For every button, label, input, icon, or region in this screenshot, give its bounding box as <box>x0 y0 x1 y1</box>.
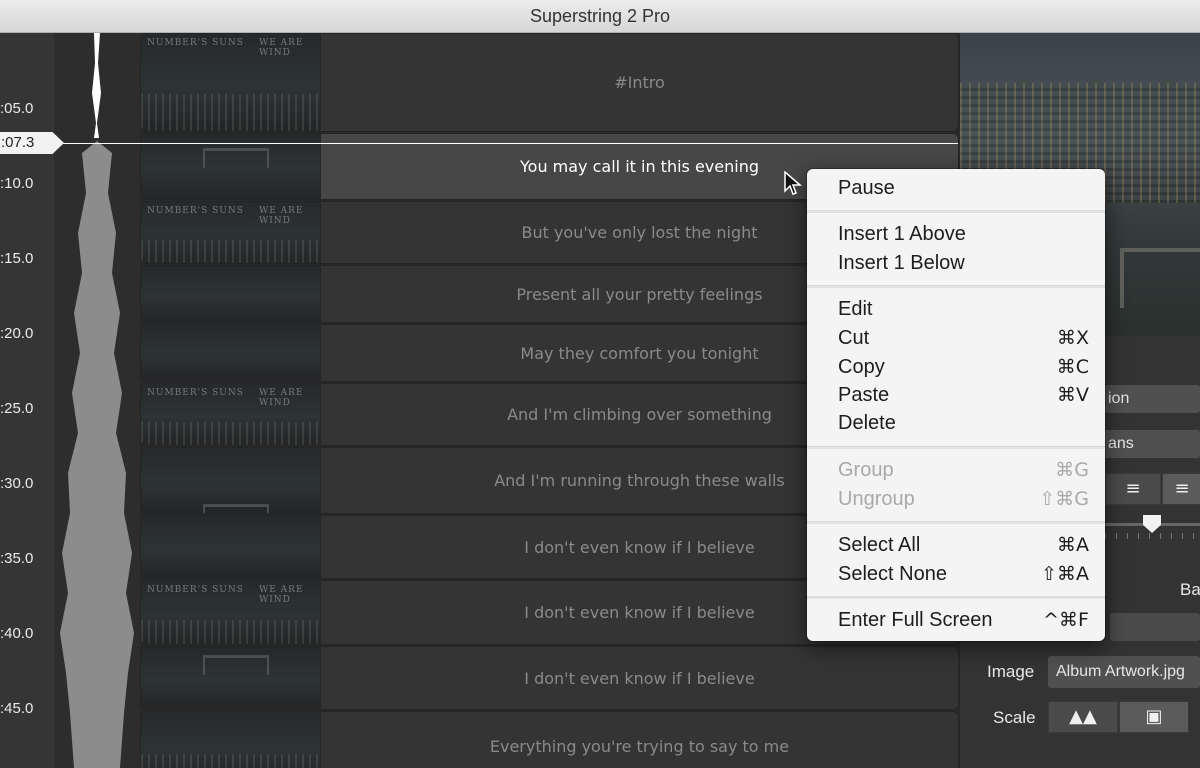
style-field[interactable]: ion <box>1100 385 1200 413</box>
thumbnail-text: NUMBER'S SUNS <box>147 206 244 216</box>
align-center-button[interactable]: ≡ <box>1105 473 1161 505</box>
menu-shortcut: ⌘V <box>1057 384 1089 406</box>
menu-shortcut: ^⌘F <box>1043 609 1089 631</box>
menu-separator <box>807 285 1105 288</box>
playhead-line[interactable] <box>54 143 958 144</box>
row-thumbnail <box>141 712 321 768</box>
slider-knob[interactable] <box>1143 515 1161 533</box>
thumbnail-text: WE ARE WIND <box>259 206 304 226</box>
menu-item-delete[interactable]: Delete <box>838 409 1089 437</box>
mouse-pointer-icon <box>784 171 802 195</box>
hidden-field[interactable] <box>1110 613 1200 641</box>
menu-item-select-all[interactable]: Select All ⌘A <box>838 531 1089 559</box>
menu-item-group: Group ⌘G <box>838 456 1089 484</box>
menu-item-label: Delete <box>838 412 896 434</box>
scale-fill-button[interactable]: ▲▲ <box>1048 701 1118 733</box>
lyric-text: Everything you're trying to say to me <box>489 736 790 756</box>
scale-label: Scale <box>993 708 1036 727</box>
time-tick: :05.0 <box>0 100 34 117</box>
playhead-time[interactable]: :07.3 <box>0 132 64 154</box>
row-thumbnail <box>141 647 321 709</box>
image-select[interactable]: Album Artwork.jpg <box>1048 656 1200 688</box>
row-thumbnail <box>141 266 321 322</box>
row-thumbnail: NUMBER'S SUNS WE ARE WIND <box>141 384 321 445</box>
menu-separator <box>807 521 1105 524</box>
time-tick: :25.0 <box>0 400 34 417</box>
time-tick: :45.0 <box>0 700 34 717</box>
menu-shortcut: ⌘G <box>1055 459 1089 481</box>
menu-item-label: Copy <box>838 356 885 378</box>
scale-fill-icon: ▲▲ <box>1069 706 1097 727</box>
font-field[interactable]: ans <box>1100 430 1200 458</box>
menu-item-label: Enter Full Screen <box>838 609 993 631</box>
menu-item-label: Insert 1 Below <box>838 252 965 274</box>
row-thumbnail: NUMBER'S SUNS WE ARE WIND <box>141 202 321 263</box>
time-tick: :20.0 <box>0 325 34 342</box>
thumbnail-text: WE ARE WIND <box>259 388 304 408</box>
menu-item-insert-below[interactable]: Insert 1 Below <box>838 249 1089 277</box>
menu-item-label: Select None <box>838 563 947 585</box>
menu-item-label: Pause <box>838 177 895 199</box>
menu-shortcut: ⌘A <box>1057 534 1089 556</box>
lyric-row[interactable]: Everything you're trying to say to me <box>140 711 959 768</box>
thumbnail-text: NUMBER'S SUNS <box>147 388 244 398</box>
thumbnail-text: WE ARE WIND <box>259 585 304 605</box>
menu-item-label: Edit <box>838 298 873 320</box>
time-tick: :30.0 <box>0 475 34 492</box>
menu-item-label: Insert 1 Above <box>838 223 966 245</box>
menu-item-label: Cut <box>838 327 870 349</box>
menu-item-edit[interactable]: Edit <box>838 295 1089 323</box>
align-right-icon: ≡ <box>1174 478 1190 499</box>
align-right-button[interactable]: ≡ <box>1162 473 1200 505</box>
time-tick: :15.0 <box>0 250 34 267</box>
time-tick: :35.0 <box>0 550 34 567</box>
lyric-row[interactable]: I don't even know if I believe <box>140 646 959 710</box>
lyric-text: I don't even know if I believe <box>524 668 755 688</box>
row-thumbnail: NUMBER'S SUNS WE ARE WIND <box>141 581 321 644</box>
menu-item-select-none[interactable]: Select None ⇧⌘A <box>838 560 1089 588</box>
menu-item-full-screen[interactable]: Enter Full Screen ^⌘F <box>838 606 1089 634</box>
time-tick: :40.0 <box>0 625 34 642</box>
menu-item-cut[interactable]: Cut ⌘X <box>838 324 1089 352</box>
thumbnail-text: NUMBER'S SUNS <box>147 585 244 595</box>
menu-shortcut: ⌘X <box>1056 327 1089 349</box>
thumbnail-text: WE ARE WIND <box>259 38 304 58</box>
menu-item-label: Paste <box>838 384 890 406</box>
menu-separator <box>807 596 1105 599</box>
menu-item-copy[interactable]: Copy ⌘C <box>838 353 1089 381</box>
thumbnail-text: NUMBER'S SUNS <box>147 38 244 48</box>
slider-ticks <box>1105 533 1200 539</box>
menu-separator <box>807 446 1105 449</box>
ba-label: Ba <box>1180 580 1200 599</box>
image-label: Image <box>987 662 1035 681</box>
window-title: Superstring 2 Pro <box>529 5 671 26</box>
menu-shortcut: ⇧⌘G <box>1039 488 1089 510</box>
lyric-text: #Intro <box>614 73 665 92</box>
align-center-icon: ≡ <box>1125 478 1141 499</box>
context-menu: Pause Insert 1 Above Insert 1 Below Edit… <box>807 169 1105 641</box>
menu-item-insert-above[interactable]: Insert 1 Above <box>838 220 1089 248</box>
app-window: Superstring 2 Pro :05.0 :10.0 :15.0 :20.… <box>0 0 1200 768</box>
lyric-row[interactable]: NUMBER'S SUNS WE ARE WIND #Intro <box>140 33 959 132</box>
menu-shortcut: ⇧⌘A <box>1041 563 1089 585</box>
menu-item-ungroup: Ungroup ⇧⌘G <box>838 485 1089 513</box>
row-thumbnail <box>141 516 321 578</box>
row-thumbnail <box>141 448 321 513</box>
menu-item-pause[interactable]: Pause <box>838 174 1089 202</box>
scale-fit-icon: ▣ <box>1145 706 1163 727</box>
menu-item-label: Ungroup <box>838 488 915 510</box>
menu-shortcut: ⌘C <box>1056 356 1089 378</box>
scale-fit-button[interactable]: ▣ <box>1119 701 1189 733</box>
title-bar: Superstring 2 Pro <box>0 0 1200 33</box>
row-thumbnail <box>141 325 321 381</box>
row-thumbnail: NUMBER'S SUNS WE ARE WIND <box>141 34 321 131</box>
menu-item-label: Group <box>838 459 894 481</box>
menu-separator <box>807 210 1105 213</box>
time-tick: :10.0 <box>0 175 34 192</box>
menu-item-label: Select All <box>838 534 921 556</box>
menu-item-paste[interactable]: Paste ⌘V <box>838 381 1089 409</box>
